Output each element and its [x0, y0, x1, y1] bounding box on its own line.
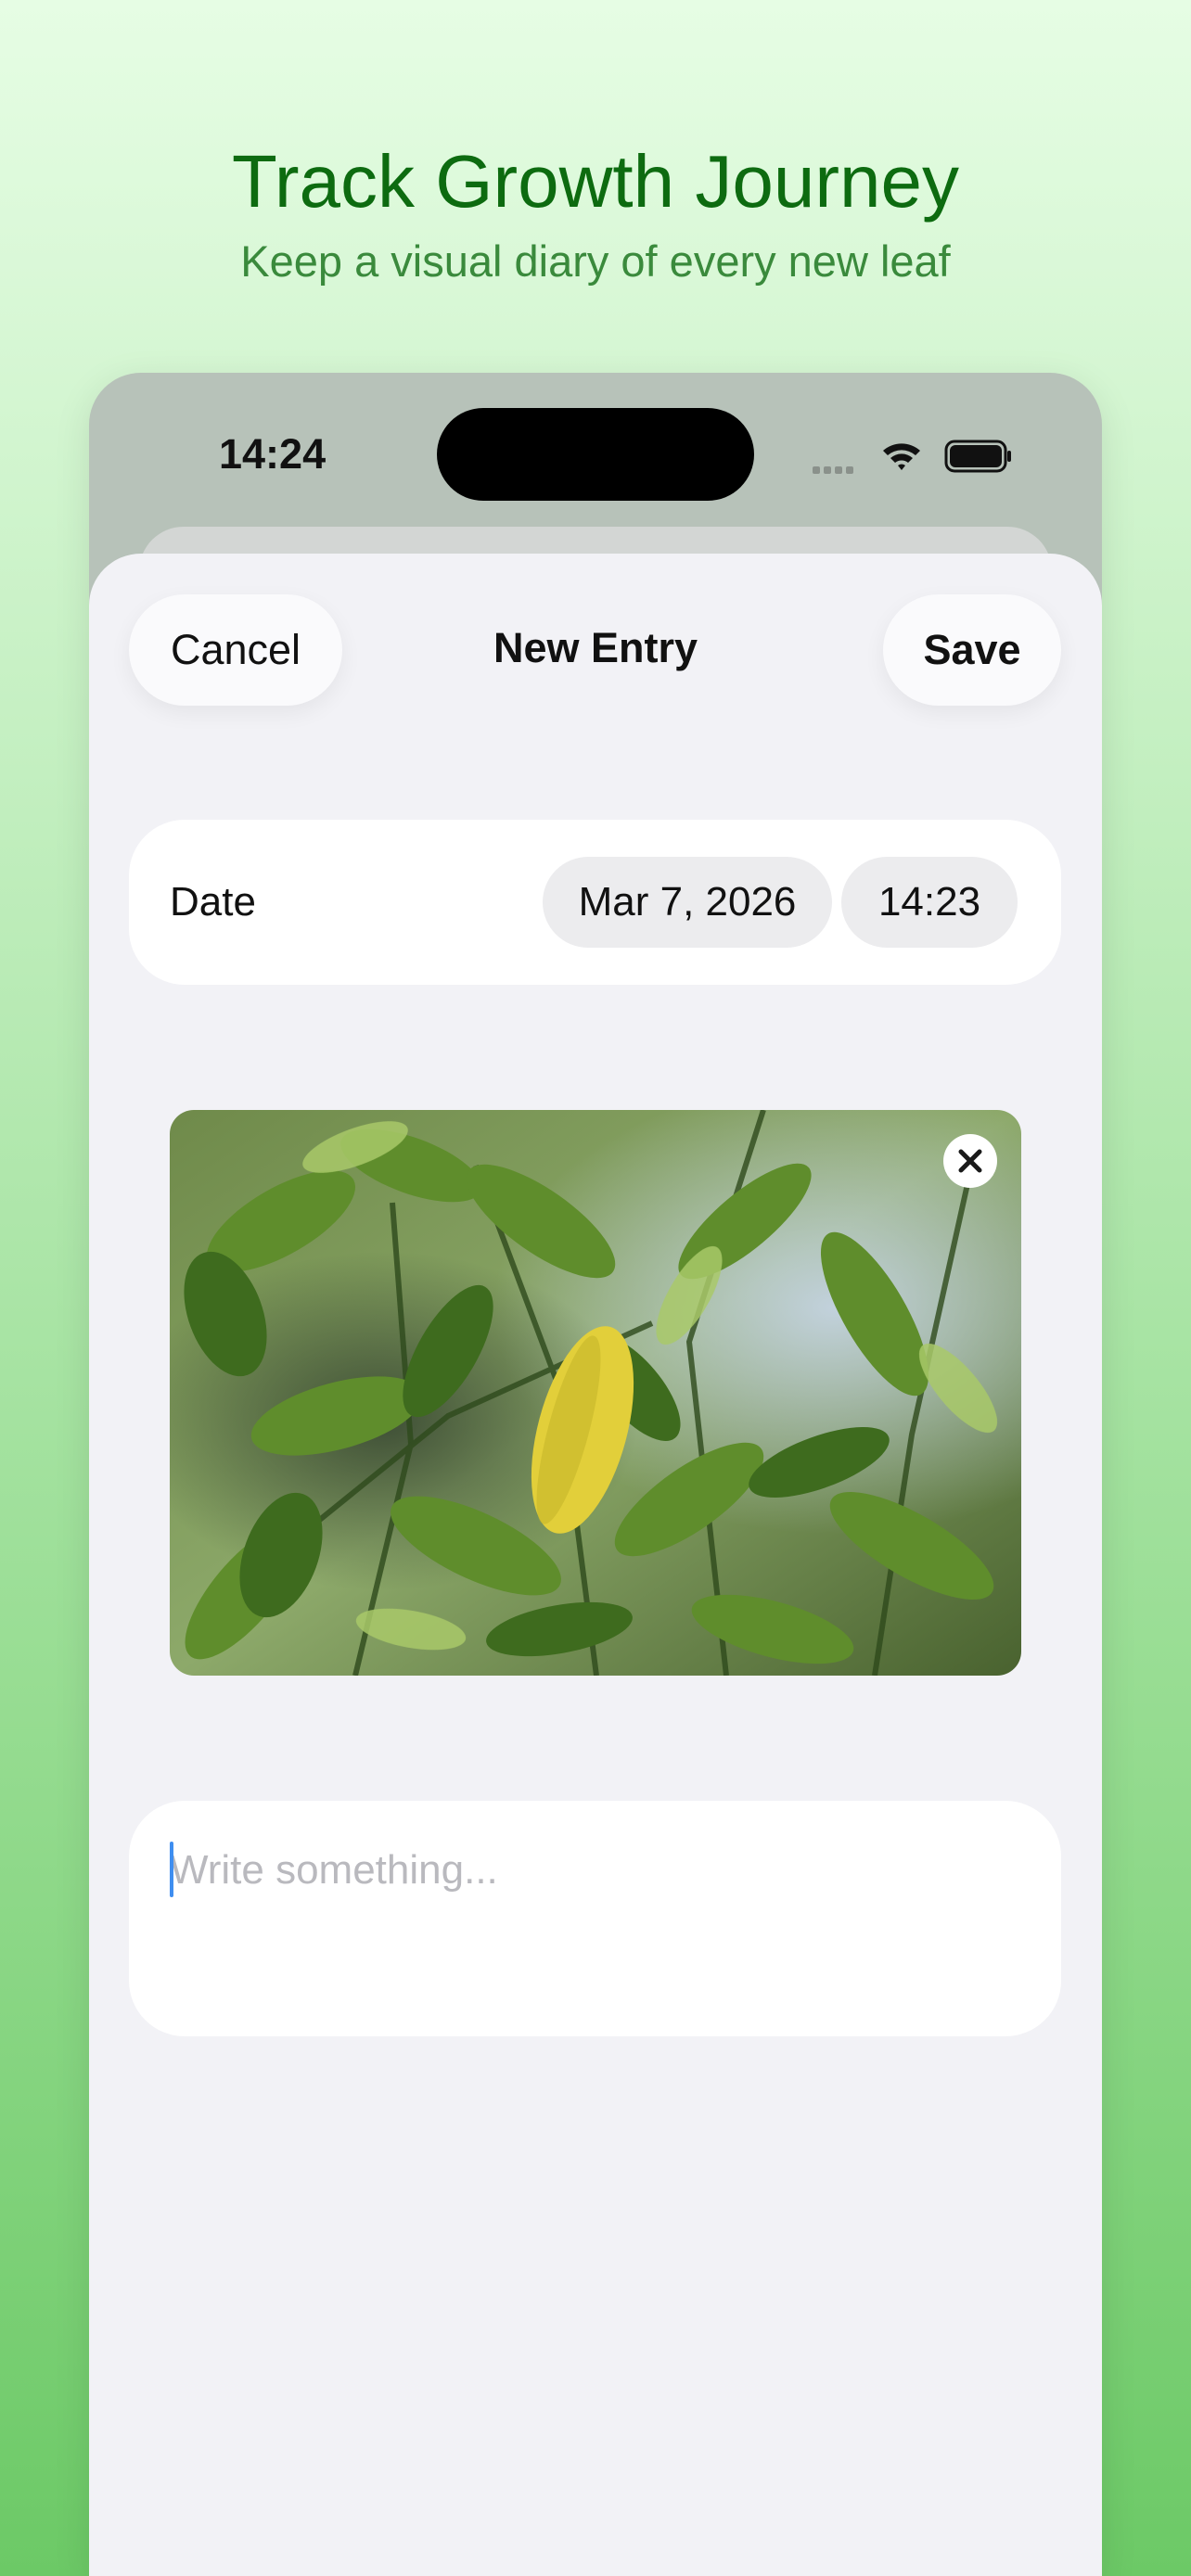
time-picker[interactable]: 14:23 — [841, 857, 1018, 948]
date-label: Date — [170, 879, 256, 925]
text-caret — [170, 1842, 173, 1897]
plant-photo-image — [170, 1110, 1021, 1676]
date-picker[interactable]: Mar 7, 2026 — [543, 857, 832, 948]
promo-title: Track Growth Journey — [232, 140, 959, 223]
status-time: 14:24 — [219, 430, 327, 478]
plant-photo — [170, 1110, 1021, 1676]
dynamic-island — [437, 408, 754, 501]
phone-frame: 14:24 Cancel New Entry Save Date Mar 7, … — [89, 373, 1102, 2576]
cellular-icon — [813, 462, 857, 478]
remove-photo-button[interactable] — [942, 1133, 998, 1189]
battery-icon — [944, 440, 1011, 473]
notes-field[interactable] — [129, 1801, 1061, 2036]
date-row: Date Mar 7, 2026 14:23 — [129, 820, 1061, 985]
promo-subtitle: Keep a visual diary of every new leaf — [240, 236, 951, 286]
save-button[interactable]: Save — [883, 594, 1061, 706]
new-entry-sheet: Cancel New Entry Save Date Mar 7, 2026 1… — [89, 554, 1102, 2576]
wifi-icon — [883, 443, 920, 470]
notes-input[interactable] — [170, 1838, 1005, 1903]
